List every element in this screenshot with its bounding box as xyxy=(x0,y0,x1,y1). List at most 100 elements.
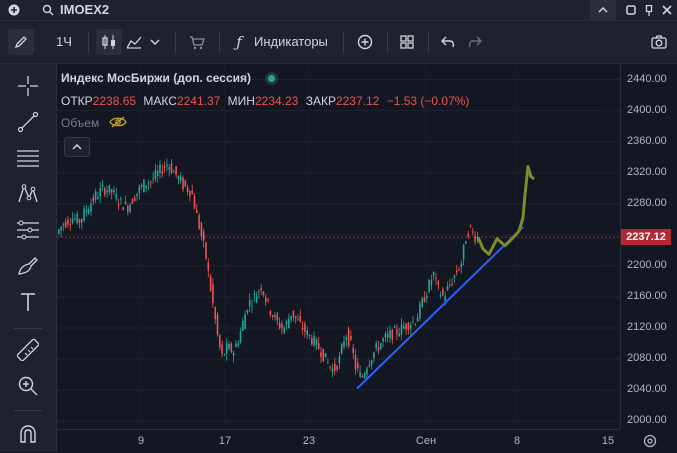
price-tick-label: 2080.00 xyxy=(627,352,667,365)
pencil-icon[interactable] xyxy=(8,29,34,55)
open-value: 2238.65 xyxy=(92,94,137,108)
time-tick-label: Сен xyxy=(415,435,437,447)
ruler-icon[interactable] xyxy=(14,336,42,364)
projection-path[interactable] xyxy=(476,165,535,256)
search-icon[interactable] xyxy=(40,2,56,18)
candle-body xyxy=(317,343,320,350)
toolbar-separator xyxy=(343,31,344,53)
candle-body xyxy=(313,335,315,346)
candle-body xyxy=(209,276,212,291)
candle-body xyxy=(278,322,281,329)
close-icon[interactable] xyxy=(660,2,674,18)
chart-pane[interactable]: Индекс МосБиржи (доп. сессия) ОТКР2238.6… xyxy=(57,64,620,429)
candle-body xyxy=(281,323,283,329)
cart-icon[interactable] xyxy=(186,31,208,53)
candle-body xyxy=(97,196,99,199)
prediction-tool-icon[interactable] xyxy=(14,216,42,244)
hidden-eye-icon[interactable] xyxy=(108,116,127,131)
collapse-chevron-icon[interactable] xyxy=(590,0,616,20)
crosshair-icon[interactable] xyxy=(14,72,42,100)
add-symbol-icon[interactable] xyxy=(6,2,22,18)
layout-grid-icon[interactable] xyxy=(396,31,418,53)
candle-body xyxy=(442,288,444,296)
price-chart[interactable] xyxy=(57,64,620,429)
candle-body xyxy=(467,233,469,237)
candle-body xyxy=(145,185,147,189)
candle-body xyxy=(260,288,262,291)
candle-body xyxy=(207,262,210,271)
camera-icon[interactable] xyxy=(648,31,670,53)
candle-body xyxy=(214,307,216,320)
candle-body xyxy=(324,353,327,358)
undo-icon[interactable] xyxy=(437,31,459,53)
candle-body xyxy=(299,316,302,322)
candle-body xyxy=(276,314,279,321)
candle-body xyxy=(94,191,97,200)
magnet-icon[interactable] xyxy=(14,420,42,448)
candle-body xyxy=(87,209,90,215)
candle-body xyxy=(246,310,249,313)
candle-body xyxy=(161,171,164,174)
candle-body xyxy=(138,186,141,194)
area-chart-icon[interactable] xyxy=(124,31,144,53)
redo-icon[interactable] xyxy=(464,31,486,53)
candle-body xyxy=(361,376,364,378)
candle-body xyxy=(143,179,145,193)
fib-tool-icon[interactable] xyxy=(14,144,42,172)
candle-body xyxy=(127,205,129,212)
candle-body xyxy=(198,215,200,229)
low-value: 2234.23 xyxy=(254,94,299,108)
indicators-button[interactable]: Индикаторы xyxy=(254,34,328,49)
candle-body xyxy=(200,222,203,237)
brush-tool-icon[interactable] xyxy=(14,252,42,280)
candle-body xyxy=(120,198,122,200)
candle-body xyxy=(462,244,465,260)
candle-body xyxy=(439,295,442,297)
candle-body xyxy=(140,185,143,187)
legend-ohlc-row: ОТКР2238.65 МАКС2241.37 МИН2234.23 ЗАКР2… xyxy=(61,94,469,108)
candle-body xyxy=(62,224,65,226)
candle-body xyxy=(173,171,175,173)
candle-body xyxy=(396,328,398,334)
interval-selector[interactable]: 1Ч xyxy=(56,34,72,49)
indicators-icon[interactable]: ƒ xyxy=(229,31,249,53)
collapse-legend-button[interactable] xyxy=(64,137,90,157)
candle-body xyxy=(205,242,207,259)
close-value: 2237.12 xyxy=(335,94,380,108)
zoom-in-icon[interactable] xyxy=(14,372,42,400)
legend-title[interactable]: Индекс МосБиржи (доп. сессия) xyxy=(61,71,251,85)
candle-body xyxy=(412,321,414,323)
candle-body xyxy=(426,295,428,298)
candle-body xyxy=(409,324,412,329)
candle-body xyxy=(219,335,221,348)
candle-body xyxy=(446,286,449,291)
trendline-tool-icon[interactable] xyxy=(14,108,42,136)
candle-body xyxy=(225,343,228,355)
candle-body xyxy=(352,347,354,354)
add-circle-icon[interactable] xyxy=(354,31,376,53)
window-restore-icon[interactable] xyxy=(624,2,638,18)
pin-icon[interactable] xyxy=(642,2,656,18)
candle-body xyxy=(283,328,285,333)
candle-body xyxy=(274,315,276,318)
toolbar-divider xyxy=(14,410,42,411)
pattern-tool-icon[interactable] xyxy=(14,180,42,208)
symbol-name[interactable]: IMOEX2 xyxy=(60,2,109,17)
support-trendline[interactable] xyxy=(356,226,524,390)
price-tick-label: 2040.00 xyxy=(627,383,667,396)
price-axis[interactable]: 2440.002400.002360.002320.002280.002240.… xyxy=(620,64,677,429)
candle-body xyxy=(437,281,440,285)
chevron-down-icon[interactable] xyxy=(147,31,163,53)
time-axis[interactable]: 9 17 23 Сен 8 15 xyxy=(57,429,620,453)
toolbar-divider xyxy=(14,328,42,329)
candle-body xyxy=(444,296,446,301)
candle-body xyxy=(239,331,242,343)
candle-body xyxy=(117,203,120,206)
candle-body xyxy=(83,208,85,221)
candle-body xyxy=(322,348,325,361)
candles-icon[interactable] xyxy=(96,29,122,55)
text-tool-icon[interactable] xyxy=(14,288,42,316)
axis-settings-gear-icon[interactable] xyxy=(640,431,660,451)
volume-indicator-row[interactable]: Объем xyxy=(61,116,127,131)
candle-body xyxy=(290,316,292,320)
